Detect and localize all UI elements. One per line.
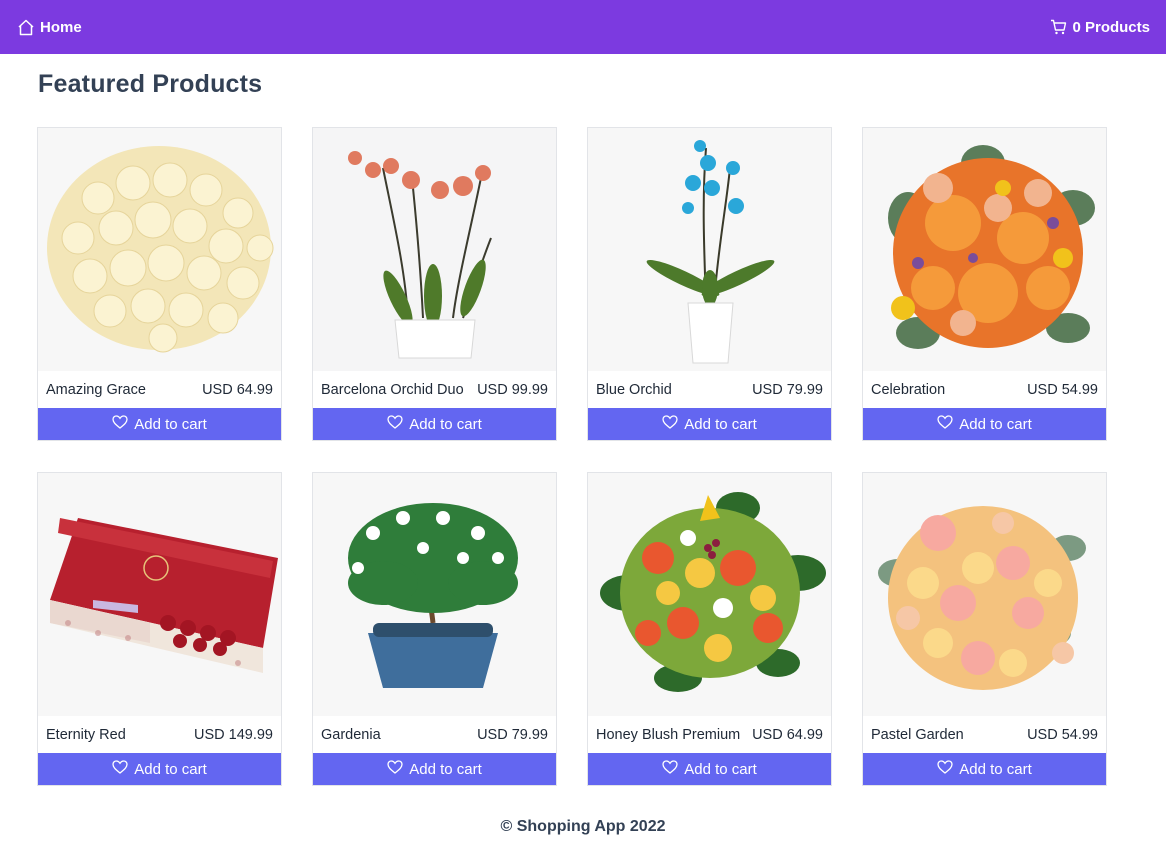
product-name: Gardenia [321,726,381,743]
heart-icon [937,415,953,433]
product-price: USD 79.99 [477,726,548,743]
product-info: Blue Orchid USD 79.99 [588,371,831,408]
product-image[interactable] [588,128,831,371]
heart-icon [387,760,403,778]
add-to-cart-button[interactable]: Add to cart [588,753,831,785]
add-to-cart-button[interactable]: Add to cart [588,408,831,440]
home-label: Home [40,18,82,36]
product-name: Eternity Red [46,726,126,743]
page-title: Featured Products [38,70,263,98]
add-to-cart-button[interactable]: Add to cart [313,753,556,785]
add-to-cart-button[interactable]: Add to cart [863,753,1106,785]
product-image[interactable] [38,473,281,716]
add-to-cart-button[interactable]: Add to cart [313,408,556,440]
add-to-cart-button[interactable]: Add to cart [863,408,1106,440]
product-name: Blue Orchid [596,381,672,398]
product-card: Gardenia USD 79.99 Add to cart [312,472,557,786]
cart-count-label: 0 Products [1072,18,1150,36]
product-card: Amazing Grace USD 64.99 Add to cart [37,127,282,441]
product-price: USD 79.99 [752,381,823,398]
product-name: Pastel Garden [871,726,964,743]
product-price: USD 64.99 [752,726,823,743]
house-icon [17,19,35,36]
product-image[interactable] [313,128,556,371]
product-price: USD 54.99 [1027,381,1098,398]
product-card: Celebration USD 54.99 Add to cart [862,127,1107,441]
product-name: Celebration [871,381,946,398]
product-card: Pastel Garden USD 54.99 Add to cart [862,472,1107,786]
product-info: Amazing Grace USD 64.99 [38,371,281,408]
heart-icon [662,760,678,778]
product-image[interactable] [863,128,1106,371]
cart-icon [1050,19,1067,35]
add-to-cart-label: Add to cart [409,415,482,433]
product-image[interactable] [38,128,281,371]
product-price: USD 54.99 [1027,726,1098,743]
add-to-cart-label: Add to cart [134,760,207,778]
add-to-cart-label: Add to cart [684,415,757,433]
product-image[interactable] [313,473,556,716]
heart-icon [387,415,403,433]
product-info: Pastel Garden USD 54.99 [863,716,1106,753]
product-image[interactable] [588,473,831,716]
heart-icon [112,760,128,778]
cart-link[interactable]: 0 Products [1050,19,1150,36]
heart-icon [937,760,953,778]
product-name: Barcelona Orchid Duo [321,381,464,398]
product-price: USD 99.99 [477,381,548,398]
product-info: Barcelona Orchid Duo USD 99.99 [313,371,556,408]
product-info: Gardenia USD 79.99 [313,716,556,753]
top-navbar: Home 0 Products [0,0,1166,54]
add-to-cart-label: Add to cart [134,415,207,433]
add-to-cart-label: Add to cart [409,760,482,778]
add-to-cart-button[interactable]: Add to cart [38,408,281,440]
product-info: Celebration USD 54.99 [863,371,1106,408]
product-name: Amazing Grace [46,381,146,398]
product-card: Blue Orchid USD 79.99 Add to cart [587,127,832,441]
add-to-cart-label: Add to cart [959,415,1032,433]
add-to-cart-label: Add to cart [959,760,1032,778]
add-to-cart-button[interactable]: Add to cart [38,753,281,785]
product-card: Eternity Red USD 149.99 Add to cart [37,472,282,786]
footer-copyright: © Shopping App 2022 [500,818,666,835]
heart-icon [112,415,128,433]
product-price: USD 64.99 [202,381,273,398]
add-to-cart-label: Add to cart [684,760,757,778]
product-image[interactable] [863,473,1106,716]
product-info: Honey Blush Premium USD 64.99 [588,716,831,753]
product-price: USD 149.99 [194,726,273,743]
home-link[interactable]: Home [17,19,82,36]
heart-icon [662,415,678,433]
product-card: Barcelona Orchid Duo USD 99.99 Add to ca… [312,127,557,441]
product-card: Honey Blush Premium USD 64.99 Add to car… [587,472,832,786]
product-name: Honey Blush Premium [596,726,741,743]
product-info: Eternity Red USD 149.99 [38,716,281,753]
